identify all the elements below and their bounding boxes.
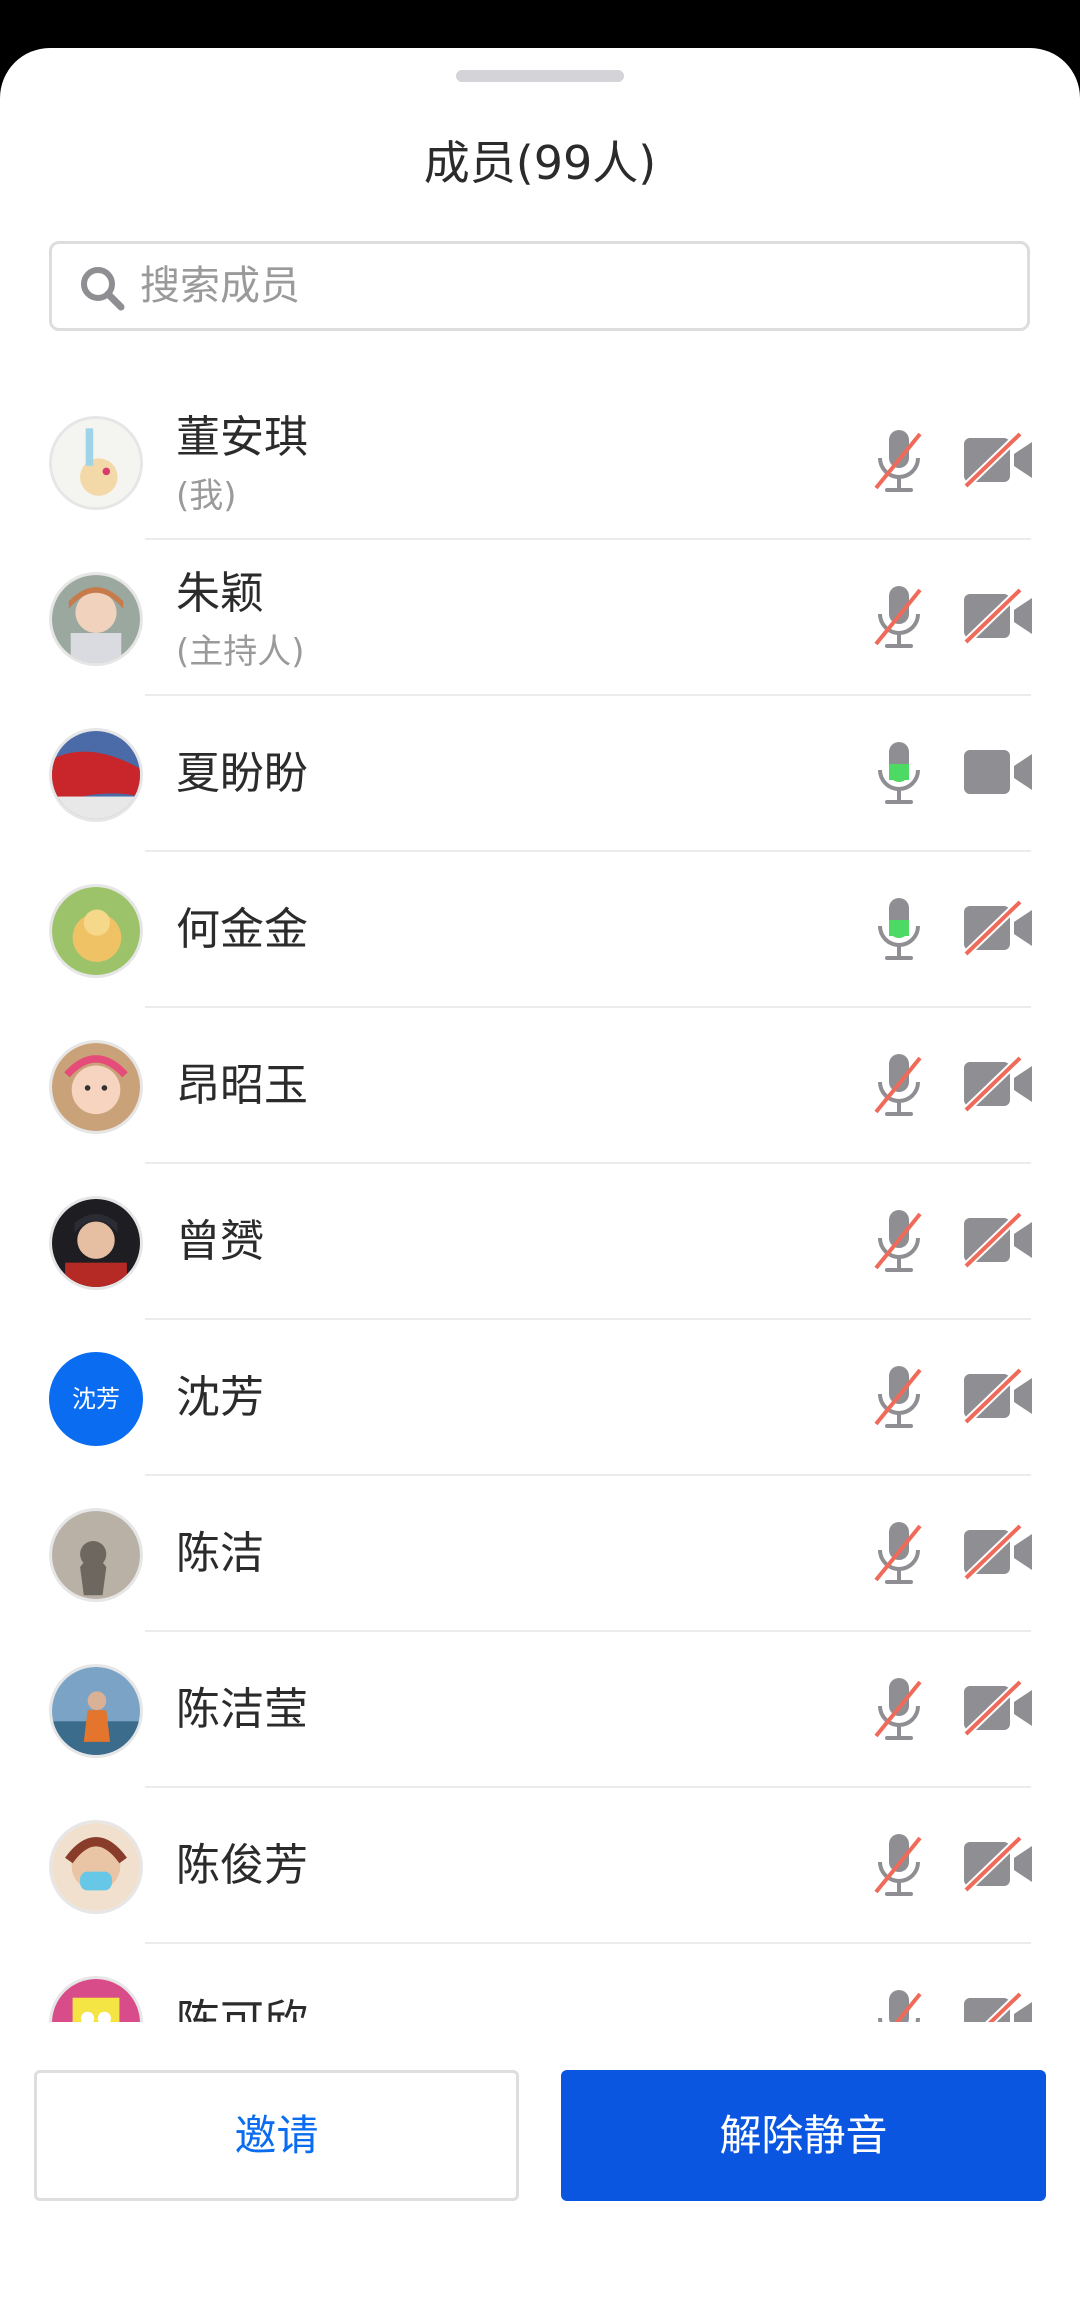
microphone-icon[interactable] [874, 740, 924, 806]
search-input[interactable] [140, 244, 1000, 328]
microphone-muted-icon[interactable] [874, 428, 924, 494]
members-sheet: 成员(99人) 董安琪 (我) 朱颖 (主持人) 夏盼盼何金金昂昭玉曾赟沈芳沈芳陈洁陈洁… [0, 48, 1080, 2303]
member-row[interactable]: 昂昭玉 [0, 1008, 1080, 1164]
member-row[interactable]: 朱颖 (主持人) [0, 540, 1080, 696]
member-row[interactable]: 曾赟 [0, 1164, 1080, 1320]
member-row[interactable]: 陈俊芳 [0, 1788, 1080, 1944]
member-row[interactable]: 夏盼盼 [0, 696, 1080, 852]
avatar [49, 1976, 143, 2022]
video-camera-off-icon[interactable] [962, 1680, 1034, 1736]
search-box[interactable] [49, 241, 1030, 331]
page-title: 成员(99人) [423, 136, 657, 190]
microphone-muted-icon[interactable] [874, 1832, 924, 1898]
video-camera-off-icon[interactable] [962, 1368, 1034, 1424]
avatar [49, 1664, 143, 1758]
member-name: 何金金 [176, 904, 308, 955]
avatar [49, 728, 143, 822]
member-name: 陈洁莹 [176, 1684, 308, 1735]
avatar [49, 1040, 143, 1134]
microphone-muted-icon[interactable] [874, 1364, 924, 1430]
avatar [49, 416, 143, 510]
member-name: 朱颖 [176, 568, 264, 619]
avatar [49, 884, 143, 978]
avatar [49, 572, 143, 666]
member-name: 陈俊芳 [176, 1840, 308, 1891]
microphone-muted-icon[interactable] [874, 584, 924, 650]
member-row[interactable]: 陈可欣 [0, 1944, 1080, 2022]
member-role: (我) [176, 476, 237, 516]
drag-handle[interactable] [456, 70, 624, 82]
member-name: 曾赟 [176, 1216, 264, 1267]
member-row[interactable]: 董安琪 (我) [0, 384, 1080, 540]
microphone-muted-icon[interactable] [874, 1208, 924, 1274]
avatar [49, 1196, 143, 1290]
unmute-button[interactable]: 解除静音 [561, 2070, 1046, 2201]
avatar-text: 沈芳 [49, 1352, 143, 1446]
search-icon [81, 267, 125, 311]
member-name: 夏盼盼 [176, 748, 308, 799]
microphone-muted-icon[interactable] [874, 1052, 924, 1118]
video-camera-off-icon[interactable] [962, 588, 1034, 644]
member-list[interactable]: 董安琪 (我) 朱颖 (主持人) 夏盼盼何金金昂昭玉曾赟沈芳 沈芳陈洁陈洁莹陈俊芳陈可欣 [0, 384, 1080, 2022]
member-name: 董安琪 [176, 412, 308, 463]
member-role: (主持人) [176, 632, 305, 672]
member-row[interactable]: 何金金 [0, 852, 1080, 1008]
member-name: 陈可欣 [176, 1996, 308, 2022]
microphone-muted-icon[interactable] [874, 1676, 924, 1742]
member-name: 沈芳 [176, 1372, 264, 1423]
video-camera-off-icon[interactable] [962, 1524, 1034, 1580]
video-camera-icon[interactable] [962, 744, 1034, 800]
microphone-icon[interactable] [874, 896, 924, 962]
video-camera-off-icon[interactable] [962, 1836, 1034, 1892]
member-name: 陈洁 [176, 1528, 264, 1579]
video-camera-off-icon[interactable] [962, 1212, 1034, 1268]
video-camera-off-icon[interactable] [962, 432, 1034, 488]
video-camera-off-icon[interactable] [962, 900, 1034, 956]
video-camera-off-icon[interactable] [962, 1056, 1034, 1112]
member-row[interactable]: 陈洁 [0, 1476, 1080, 1632]
microphone-muted-icon[interactable] [874, 1988, 924, 2022]
invite-button[interactable]: 邀请 [34, 2070, 519, 2201]
avatar [49, 1820, 143, 1914]
member-row[interactable]: 沈芳 沈芳 [0, 1320, 1080, 1476]
video-camera-off-icon[interactable] [962, 1992, 1034, 2022]
avatar [49, 1508, 143, 1602]
member-row[interactable]: 陈洁莹 [0, 1632, 1080, 1788]
member-name: 昂昭玉 [176, 1060, 308, 1111]
microphone-muted-icon[interactable] [874, 1520, 924, 1586]
